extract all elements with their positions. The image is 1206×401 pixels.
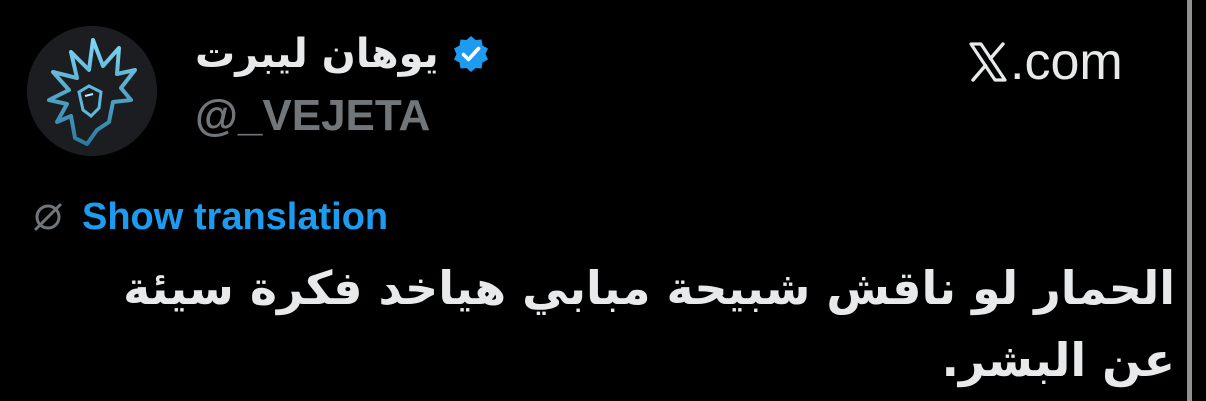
anime-character-avatar-icon (27, 26, 157, 156)
site-domain-text: .com (1010, 33, 1123, 91)
show-translation-link[interactable]: Show translation (82, 192, 388, 242)
avatar[interactable] (27, 26, 157, 156)
author-display-name[interactable]: يوهان ليبرت (195, 26, 439, 82)
author-name-row[interactable]: يوهان ليبرت (195, 26, 491, 82)
tweet-card: يوهان ليبرت @_VEJETA .com Show translati… (0, 0, 1206, 401)
x-logo-icon (969, 42, 1007, 82)
author-handle[interactable]: @_VEJETA (195, 90, 430, 142)
x-site-label: .com (968, 34, 1123, 90)
verified-badge-icon (453, 36, 488, 72)
right-divider (1187, 0, 1192, 401)
globe-slash-icon (34, 203, 62, 231)
translation-row[interactable]: Show translation (30, 192, 388, 242)
tweet-text: الحمار لو ناقش شبيحة مبابي هياخد فكرة سي… (123, 261, 1175, 387)
